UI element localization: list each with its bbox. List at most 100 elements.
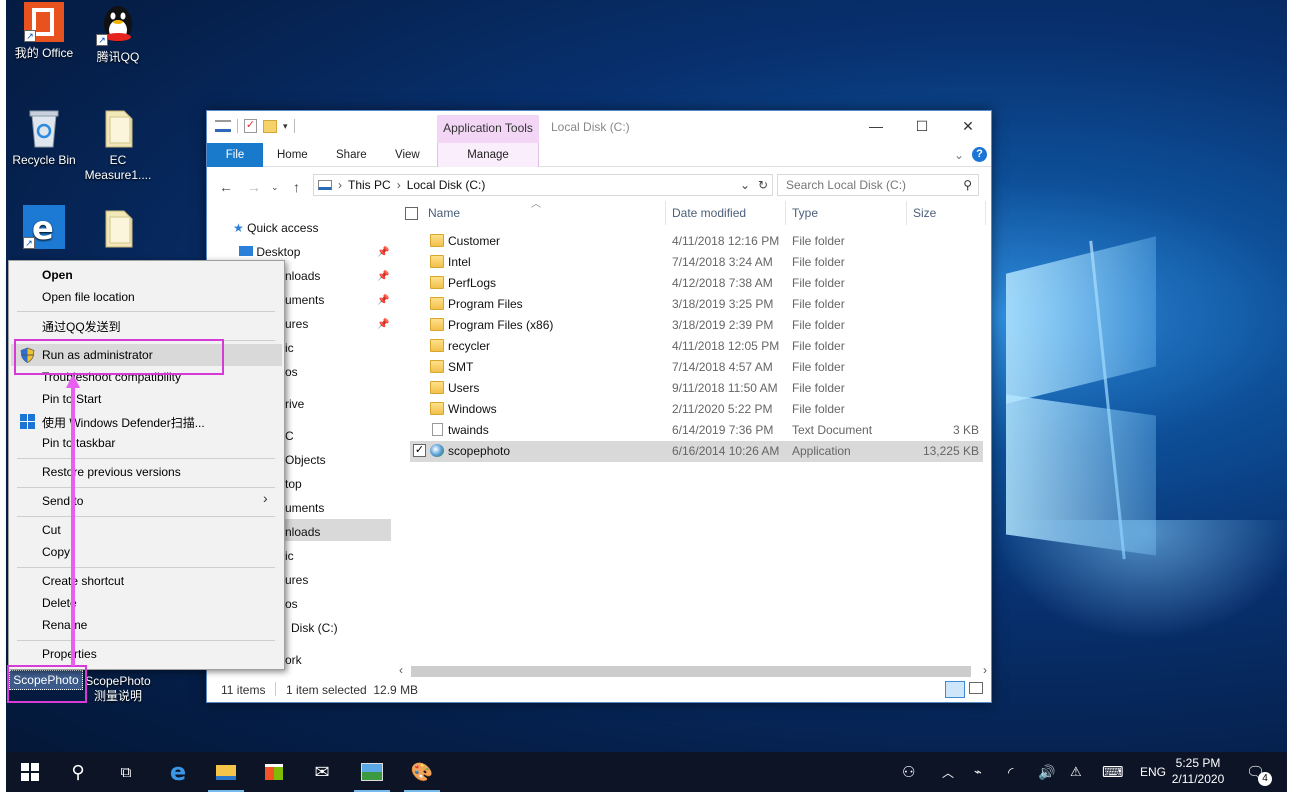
column-header-date-modified[interactable]: Date modified	[672, 199, 746, 227]
file-row[interactable]: Program Files 3/18/2019 3:25 PM File fol…	[410, 294, 983, 315]
nav-item[interactable]: top	[285, 477, 302, 491]
task-view-button[interactable]: ⧉	[102, 752, 150, 792]
taskbar-file-explorer[interactable]	[202, 752, 250, 792]
taskbar-store[interactable]	[250, 752, 298, 792]
row-checkbox[interactable]: ✓	[413, 444, 426, 457]
tab-file[interactable]: File	[207, 143, 263, 167]
file-row-selected[interactable]: ✓ scopephoto 6/16/2014 10:26 AM Applicat…	[410, 441, 983, 462]
tab-home[interactable]: Home	[263, 143, 322, 167]
menu-item-rename[interactable]: Rename	[42, 618, 87, 632]
nav-item[interactable]: uments	[285, 501, 324, 515]
clock[interactable]: 5:25 PM 2/11/2020	[1168, 755, 1228, 787]
file-row[interactable]: twainds 6/14/2019 7:36 PM Text Document …	[410, 420, 983, 441]
menu-item-open[interactable]: Open	[42, 268, 73, 282]
nav-quick-access[interactable]: ★ Quick access	[233, 221, 318, 235]
menu-item-cut[interactable]: Cut	[42, 523, 61, 537]
show-hidden-icons-chevron[interactable]: ︿	[942, 752, 954, 792]
menu-item-open-file-location[interactable]: Open file location	[42, 290, 135, 304]
nav-item[interactable]: os	[285, 597, 298, 611]
search-input[interactable]: Search Local Disk (C:) ⚲	[777, 174, 979, 196]
large-icons-view-icon[interactable]	[969, 682, 983, 694]
menu-item-send-via-qq[interactable]: 通过QQ发送到	[42, 318, 121, 335]
desktop-icon-ec-measure[interactable]: EC Measure1....	[78, 105, 158, 183]
nav-item[interactable]: nloads	[285, 525, 320, 539]
help-icon[interactable]: ?	[972, 147, 987, 162]
nav-item[interactable]: nloads	[285, 269, 320, 283]
breadcrumb-this-pc[interactable]: This PC	[348, 178, 391, 192]
taskbar-photos[interactable]	[348, 752, 396, 792]
nav-item-this-pc[interactable]: C	[285, 429, 294, 443]
properties-icon[interactable]: ✓	[244, 119, 257, 133]
scroll-left-icon[interactable]: ‹	[399, 663, 403, 677]
menu-item-create-shortcut[interactable]: Create shortcut	[42, 574, 124, 588]
file-row[interactable]: Intel 7/14/2018 3:24 AM File folder	[410, 252, 983, 273]
network-icon[interactable]: ◜	[1008, 752, 1013, 792]
forward-arrow-icon[interactable]: →	[247, 179, 261, 195]
menu-item-pin-to-taskbar[interactable]: Pin to taskbar	[42, 436, 115, 450]
file-row[interactable]: Customer 4/11/2018 12:16 PM File folder	[410, 231, 983, 252]
scroll-right-icon[interactable]: ›	[983, 663, 987, 677]
menu-item-copy[interactable]: Copy	[42, 545, 70, 559]
desktop-icon-office[interactable]: ↗ 我的 Office	[6, 2, 84, 61]
power-icon[interactable]: ⌁	[974, 752, 982, 792]
start-button[interactable]	[6, 752, 54, 792]
taskbar-scopephoto[interactable]: 🎨	[398, 752, 446, 792]
file-row[interactable]: Program Files (x86) 3/18/2019 2:39 PM Fi…	[410, 315, 983, 336]
minimize-button[interactable]: —	[853, 111, 899, 141]
nav-item[interactable]: ures	[285, 317, 308, 331]
file-row[interactable]: PerfLogs 4/12/2018 7:38 AM File folder	[410, 273, 983, 294]
menu-item-restore-previous-versions[interactable]: Restore previous versions	[42, 465, 181, 479]
close-button[interactable]: ✕	[945, 111, 991, 141]
horizontal-scrollbar[interactable]: ‹ ›	[395, 663, 991, 679]
new-folder-icon[interactable]	[263, 119, 277, 133]
nav-item[interactable]: ork	[285, 653, 302, 667]
nav-item[interactable]: ures	[285, 573, 308, 587]
menu-item-send-to[interactable]: Send to	[42, 494, 83, 508]
menu-item-defender-scan[interactable]: 使用 Windows Defender扫描...	[42, 414, 205, 431]
nav-item[interactable]: rive	[285, 397, 304, 411]
desktop-icon-scopephoto-doc[interactable]: ScopePhoto 测量说明	[82, 674, 154, 704]
expand-ribbon-icon[interactable]: ⌄	[954, 148, 964, 162]
tab-manage[interactable]: Manage	[437, 143, 539, 167]
search-button[interactable]: ⚲	[54, 752, 102, 792]
address-dropdown-icon[interactable]: ⌄	[740, 178, 750, 192]
back-arrow-icon[interactable]: ←	[219, 179, 233, 195]
up-arrow-icon[interactable]: ↑	[293, 179, 300, 195]
column-header-size[interactable]: Size	[913, 199, 936, 227]
column-header-type[interactable]: Type	[792, 199, 818, 227]
nav-item[interactable]: ic	[285, 549, 294, 563]
taskbar-edge[interactable]: e	[154, 752, 202, 792]
file-row[interactable]: Windows 2/11/2020 5:22 PM File folder	[410, 399, 983, 420]
tab-view[interactable]: View	[381, 143, 434, 167]
details-view-icon[interactable]	[945, 681, 965, 698]
address-box[interactable]: › This PC › Local Disk (C:) ⌄ ↻	[313, 174, 773, 196]
refresh-icon[interactable]: ↻	[758, 178, 768, 192]
explorer-icon[interactable]	[215, 120, 231, 132]
menu-item-properties[interactable]: Properties	[42, 647, 97, 661]
tab-share[interactable]: Share	[322, 143, 381, 167]
desktop-icon-qq[interactable]: ↗ 腾讯QQ	[78, 2, 158, 65]
desktop-icon-recycle-bin[interactable]: Recycle Bin	[6, 105, 84, 168]
chevron-down-icon[interactable]: ▾	[283, 121, 288, 132]
nav-item[interactable]: os	[285, 365, 298, 379]
keyboard-icon[interactable]: ⌨	[1102, 752, 1124, 792]
select-all-checkbox[interactable]	[405, 207, 418, 220]
column-header-name[interactable]: Name	[428, 199, 460, 227]
desktop-icon-edge[interactable]: e ↗	[6, 205, 84, 253]
volume-icon[interactable]: 🔊	[1038, 752, 1055, 792]
recent-chevron-icon[interactable]: ⌄	[271, 182, 279, 193]
breadcrumb-local-disk[interactable]: Local Disk (C:)	[407, 178, 486, 192]
file-row[interactable]: SMT 7/14/2018 4:57 AM File folder	[410, 357, 983, 378]
desktop-icon-file[interactable]	[78, 205, 158, 253]
nav-item[interactable]: ic	[285, 341, 294, 355]
file-row[interactable]: recycler 4/11/2018 12:05 PM File folder	[410, 336, 983, 357]
nav-desktop[interactable]: Desktop	[239, 245, 300, 259]
language-indicator[interactable]: ENG	[1140, 752, 1166, 792]
maximize-button[interactable]: ☐	[899, 111, 945, 141]
people-icon[interactable]: ⚇	[902, 752, 915, 792]
taskbar-mail[interactable]: ✉	[298, 752, 346, 792]
file-row[interactable]: Users 9/11/2018 11:50 AM File folder	[410, 378, 983, 399]
nav-item[interactable]: uments	[285, 293, 324, 307]
nav-item[interactable]: Disk (C:)	[291, 621, 338, 635]
nav-item[interactable]: Objects	[285, 453, 326, 467]
